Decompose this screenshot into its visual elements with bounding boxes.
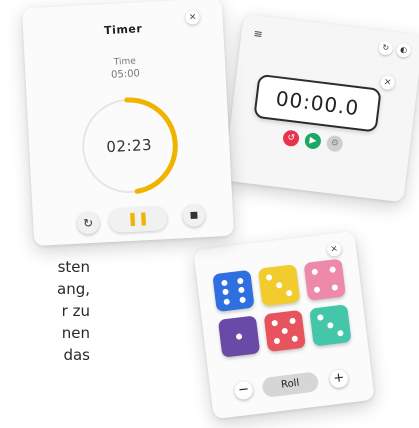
background-text: sten ang, r zu nen das [0, 256, 90, 366]
background-text-line: das [63, 346, 90, 364]
die-pip [235, 333, 243, 340]
pause-button[interactable]: ❚❚ [108, 206, 168, 234]
background-text-line: sten [57, 258, 90, 276]
plus-button[interactable]: + [328, 368, 349, 389]
background-text-line: nen [61, 324, 90, 342]
reset-icon[interactable]: ↺ [282, 129, 300, 148]
roll-button[interactable]: Roll [261, 371, 320, 399]
die-pip [329, 266, 336, 274]
die-pip [266, 274, 273, 282]
die-pip [223, 297, 231, 305]
die[interactable] [257, 264, 301, 307]
delete-icon[interactable]: ■ [182, 204, 206, 228]
die-pip [331, 283, 338, 291]
close-icon[interactable]: × [379, 74, 396, 91]
die-pip [291, 335, 298, 342]
dice-widget: × − Roll + [193, 230, 375, 420]
pause-icon: ❚❚ [126, 211, 150, 228]
die-pip [281, 327, 289, 335]
theme-icon[interactable]: ◐ [395, 42, 412, 59]
die-pip [222, 288, 230, 296]
menu-icon[interactable]: ≡ [253, 27, 264, 41]
play-icon[interactable]: ▶ [303, 132, 322, 150]
die-pip [285, 289, 293, 297]
die-pip [237, 286, 245, 294]
die[interactable] [212, 269, 255, 313]
settings-icon[interactable]: ⚙ [325, 134, 344, 153]
die-pip [317, 314, 324, 322]
timer-widget: × Timer Time 05:00 02:23 ↻ ❚❚ ■ [21, 0, 235, 247]
stopwatch-display: 00:00.0 [253, 73, 382, 133]
dice-grid [212, 258, 353, 358]
die-pip [327, 322, 334, 329]
die-pip [221, 279, 229, 286]
die[interactable] [303, 258, 346, 301]
background-text-line: r zu [61, 302, 90, 320]
refresh-icon[interactable]: ↻ [377, 40, 394, 56]
close-icon[interactable]: × [326, 241, 342, 258]
die-pip [273, 337, 281, 345]
minus-button[interactable]: − [233, 380, 254, 401]
stopwatch-widget: ≡ ↻ ◐ × 00:00.0 ↺ ▶ ⚙ [223, 13, 419, 203]
die-pip [275, 281, 283, 289]
die-pip [238, 296, 246, 303]
die-pip [311, 268, 319, 276]
die-pip [336, 329, 344, 337]
die[interactable] [263, 309, 306, 353]
background-text-line: ang, [57, 280, 90, 298]
die-pip [288, 317, 296, 325]
die-pip [271, 319, 279, 327]
die[interactable] [217, 315, 261, 358]
timer-title: Timer [103, 22, 143, 38]
reset-icon[interactable]: ↻ [76, 211, 100, 235]
die[interactable] [309, 304, 352, 347]
die-pip [236, 277, 244, 284]
die-pip [313, 286, 321, 293]
